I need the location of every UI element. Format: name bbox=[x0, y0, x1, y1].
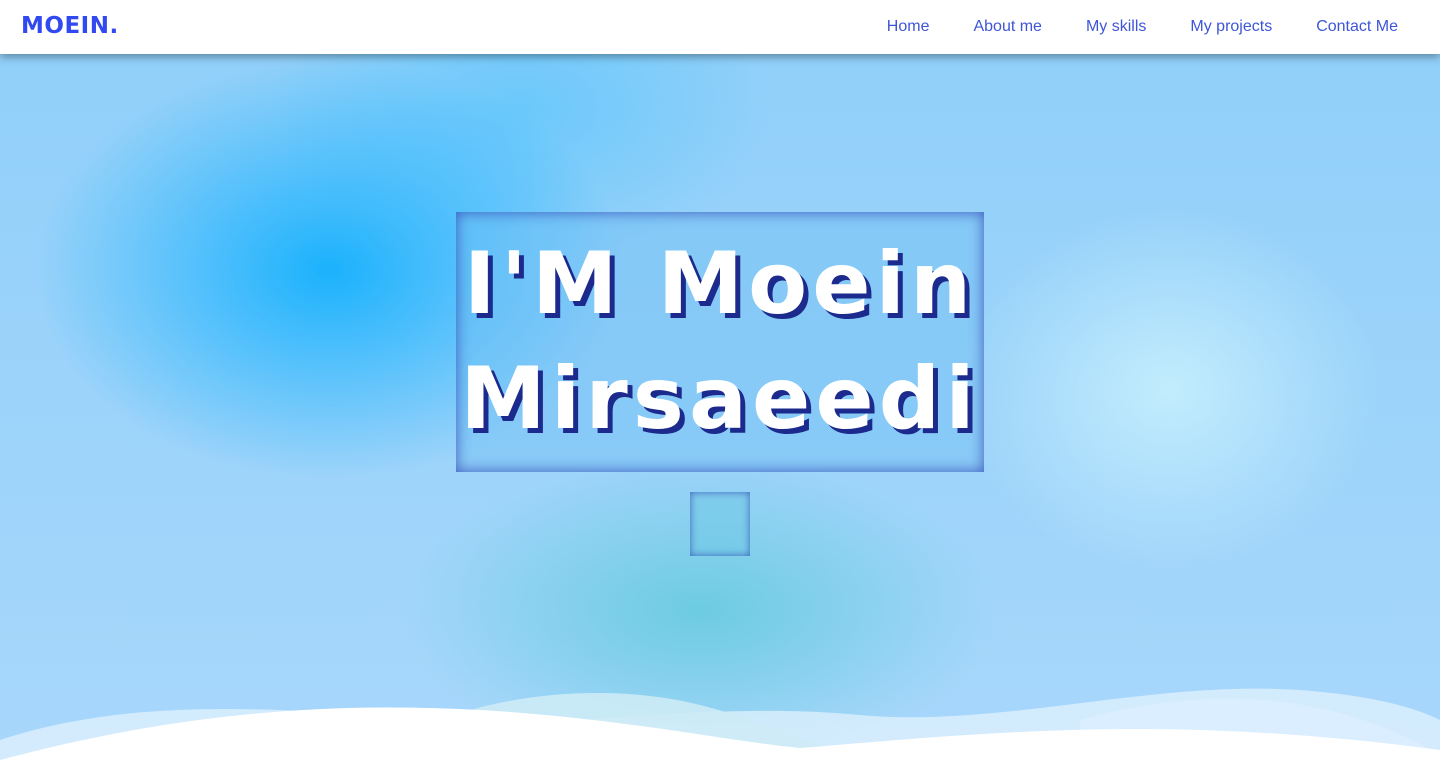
nav-link-my-projects[interactable]: My projects bbox=[1190, 18, 1272, 36]
decorative-square bbox=[690, 492, 750, 556]
navbar: MOEIN. Home About me My skills My projec… bbox=[0, 0, 1440, 54]
nav-link-home[interactable]: Home bbox=[887, 18, 930, 36]
bottom-waves bbox=[0, 688, 1440, 767]
hero-title: I'M Moein Mirsaeedi bbox=[460, 227, 979, 457]
nav-link-my-skills[interactable]: My skills bbox=[1086, 18, 1146, 36]
nav-link-contact-me[interactable]: Contact Me bbox=[1316, 18, 1398, 36]
hero-title-box: I'M Moein Mirsaeedi bbox=[456, 212, 984, 472]
nav-link-about-me[interactable]: About me bbox=[973, 18, 1041, 36]
site-logo[interactable]: MOEIN. bbox=[21, 13, 119, 39]
hero-title-line-2: Mirsaeedi bbox=[460, 349, 980, 449]
nav-links: Home About me My skills My projects Cont… bbox=[887, 0, 1398, 54]
hero-title-line-1: I'M Moein bbox=[463, 234, 977, 334]
